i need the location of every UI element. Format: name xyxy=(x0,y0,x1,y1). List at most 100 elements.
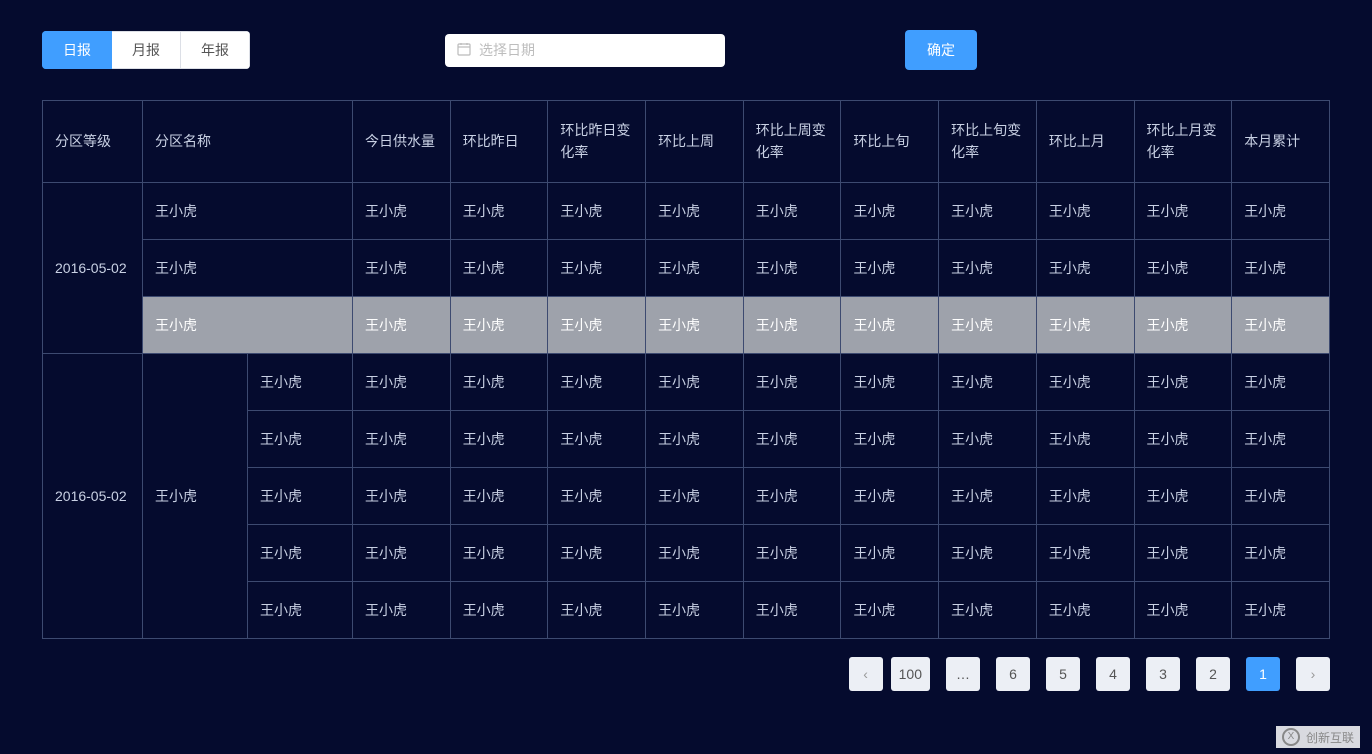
tab-group: 日报 月报 年报 xyxy=(42,31,250,69)
data-cell: 王小虎 xyxy=(1134,296,1232,353)
table-row[interactable]: 2016-05-02王小虎王小虎王小虎王小虎王小虎王小虎王小虎王小虎王小虎王小虎… xyxy=(43,353,1330,410)
data-cell: 王小虎 xyxy=(1134,182,1232,239)
data-cell: 王小虎 xyxy=(743,467,841,524)
data-cell: 王小虎 xyxy=(743,296,841,353)
data-cell: 王小虎 xyxy=(743,581,841,638)
page-2[interactable]: 2 xyxy=(1196,657,1230,691)
sub-name-cell: 王小虎 xyxy=(143,353,248,638)
data-cell: 王小虎 xyxy=(548,296,646,353)
data-cell: 王小虎 xyxy=(1134,410,1232,467)
watermark-icon: X xyxy=(1282,728,1300,746)
data-table: 分区等级 分区名称 今日供水量 环比昨日 环比昨日变化率 环比上周 环比上周变化… xyxy=(42,100,1330,639)
page-…[interactable]: … xyxy=(946,657,980,691)
data-cell: 王小虎 xyxy=(248,524,353,581)
watermark-text: 创新互联 xyxy=(1306,729,1354,746)
data-cell: 王小虎 xyxy=(248,353,353,410)
data-cell: 王小虎 xyxy=(248,581,353,638)
data-cell: 王小虎 xyxy=(353,410,451,467)
data-cell: 王小虎 xyxy=(939,296,1037,353)
page-4[interactable]: 4 xyxy=(1096,657,1130,691)
data-cell: 王小虎 xyxy=(646,239,744,296)
date-input-field[interactable] xyxy=(479,42,713,58)
page-6[interactable]: 6 xyxy=(996,657,1030,691)
data-cell: 王小虎 xyxy=(353,182,451,239)
data-cell: 王小虎 xyxy=(548,467,646,524)
data-cell: 王小虎 xyxy=(353,353,451,410)
data-cell: 王小虎 xyxy=(248,410,353,467)
data-cell: 王小虎 xyxy=(1232,581,1330,638)
data-cell: 王小虎 xyxy=(1232,296,1330,353)
date-picker[interactable] xyxy=(445,34,725,67)
data-cell: 王小虎 xyxy=(841,353,939,410)
data-cell: 王小虎 xyxy=(841,467,939,524)
data-cell: 王小虎 xyxy=(450,239,548,296)
data-cell: 王小虎 xyxy=(450,524,548,581)
data-cell: 王小虎 xyxy=(450,353,548,410)
th-period: 环比上旬 xyxy=(841,101,939,183)
data-cell: 王小虎 xyxy=(646,353,744,410)
page-next[interactable]: › xyxy=(1296,657,1330,691)
data-cell: 王小虎 xyxy=(1232,353,1330,410)
page-prev[interactable]: ‹ xyxy=(849,657,883,691)
data-cell: 王小虎 xyxy=(1232,410,1330,467)
tab-daily[interactable]: 日报 xyxy=(42,31,112,69)
data-cell: 王小虎 xyxy=(353,581,451,638)
data-cell: 王小虎 xyxy=(1232,467,1330,524)
header-row: 分区等级 分区名称 今日供水量 环比昨日 环比昨日变化率 环比上周 环比上周变化… xyxy=(43,101,1330,183)
data-cell: 王小虎 xyxy=(939,353,1037,410)
data-cell: 王小虎 xyxy=(841,239,939,296)
data-cell: 王小虎 xyxy=(1036,581,1134,638)
data-cell: 王小虎 xyxy=(646,467,744,524)
data-cell: 王小虎 xyxy=(646,524,744,581)
name-cell: 王小虎 xyxy=(143,182,353,239)
data-cell: 王小虎 xyxy=(353,524,451,581)
calendar-icon xyxy=(457,42,471,59)
data-cell: 王小虎 xyxy=(939,182,1037,239)
data-cell: 王小虎 xyxy=(548,353,646,410)
data-cell: 王小虎 xyxy=(1232,239,1330,296)
data-cell: 王小虎 xyxy=(450,467,548,524)
data-cell: 王小虎 xyxy=(1134,467,1232,524)
data-cell: 王小虎 xyxy=(1036,296,1134,353)
watermark: X 创新互联 xyxy=(1276,726,1360,748)
data-cell: 王小虎 xyxy=(743,410,841,467)
data-cell: 王小虎 xyxy=(1036,467,1134,524)
confirm-button[interactable]: 确定 xyxy=(905,30,977,70)
data-cell: 王小虎 xyxy=(353,467,451,524)
data-cell: 王小虎 xyxy=(548,410,646,467)
data-cell: 王小虎 xyxy=(841,410,939,467)
page-100[interactable]: 100 xyxy=(891,657,930,691)
data-cell: 王小虎 xyxy=(1134,581,1232,638)
data-cell: 王小虎 xyxy=(1036,524,1134,581)
data-cell: 王小虎 xyxy=(841,524,939,581)
data-cell: 王小虎 xyxy=(450,581,548,638)
data-cell: 王小虎 xyxy=(1134,239,1232,296)
level-cell: 2016-05-02 xyxy=(43,353,143,638)
th-yest: 环比昨日 xyxy=(450,101,548,183)
th-week: 环比上周 xyxy=(646,101,744,183)
data-cell: 王小虎 xyxy=(248,467,353,524)
th-yest-rate: 环比昨日变化率 xyxy=(548,101,646,183)
table-row[interactable]: 王小虎王小虎王小虎王小虎王小虎王小虎王小虎王小虎王小虎王小虎王小虎 xyxy=(43,239,1330,296)
th-month: 环比上月 xyxy=(1036,101,1134,183)
page-5[interactable]: 5 xyxy=(1046,657,1080,691)
page-3[interactable]: 3 xyxy=(1146,657,1180,691)
data-cell: 王小虎 xyxy=(450,296,548,353)
level-cell: 2016-05-02 xyxy=(43,182,143,353)
tab-yearly[interactable]: 年报 xyxy=(181,31,250,69)
th-today: 今日供水量 xyxy=(353,101,451,183)
data-cell: 王小虎 xyxy=(646,296,744,353)
data-cell: 王小虎 xyxy=(939,467,1037,524)
data-cell: 王小虎 xyxy=(353,296,451,353)
table-row[interactable]: 王小虎王小虎王小虎王小虎王小虎王小虎王小虎王小虎王小虎王小虎王小虎 xyxy=(43,296,1330,353)
table-row[interactable]: 2016-05-02王小虎王小虎王小虎王小虎王小虎王小虎王小虎王小虎王小虎王小虎… xyxy=(43,182,1330,239)
data-cell: 王小虎 xyxy=(939,239,1037,296)
th-name: 分区名称 xyxy=(143,101,353,183)
data-cell: 王小虎 xyxy=(743,182,841,239)
tab-monthly[interactable]: 月报 xyxy=(112,31,181,69)
data-cell: 王小虎 xyxy=(548,581,646,638)
page-1[interactable]: 1 xyxy=(1246,657,1280,691)
th-month-rate: 环比上月变化率 xyxy=(1134,101,1232,183)
data-cell: 王小虎 xyxy=(1036,353,1134,410)
data-cell: 王小虎 xyxy=(1036,182,1134,239)
